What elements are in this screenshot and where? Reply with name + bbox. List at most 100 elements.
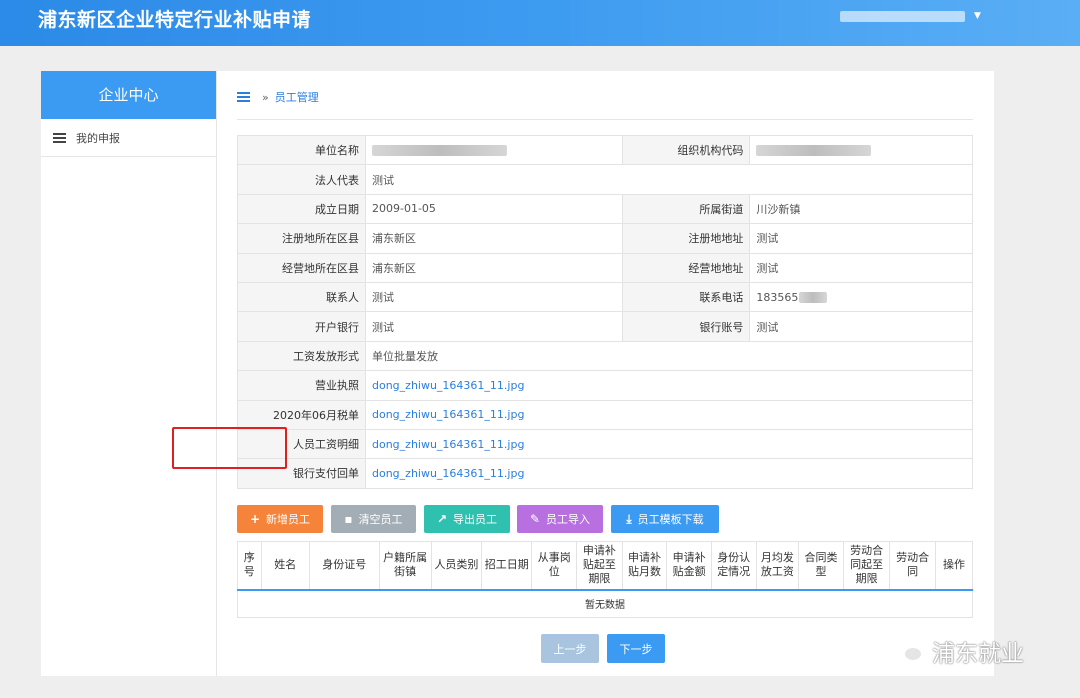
- template-download-label: 员工模板下载: [637, 513, 704, 526]
- info-row: 经营地所在区县 浦东新区 经营地地址 测试: [237, 252, 973, 283]
- info-value: 浦东新区: [364, 252, 624, 283]
- info-label: 注册地地址: [622, 223, 751, 254]
- info-label: 银行账号: [622, 311, 751, 342]
- prev-step-button[interactable]: 上一步: [541, 634, 599, 663]
- app-title: 浦东新区企业特定行业补贴申请: [38, 9, 312, 31]
- export-employees-button[interactable]: ↗ 导出员工: [424, 505, 510, 533]
- info-row: 单位名称 组织机构代码: [237, 134, 973, 166]
- add-employee-button[interactable]: + 新增员工: [237, 505, 323, 533]
- file-link[interactable]: dong_zhiwu_164361_11.jpg: [372, 438, 524, 451]
- download-icon: ⤓: [626, 511, 632, 526]
- file-link[interactable]: dong_zhiwu_164361_11.jpg: [372, 408, 524, 421]
- info-value: dong_zhiwu_164361_11.jpg: [365, 428, 973, 460]
- info-value: 单位批量发放: [365, 340, 973, 372]
- blurred-phone-tail: [799, 292, 828, 304]
- info-value: dong_zhiwu_164361_11.jpg: [365, 399, 973, 430]
- column-header: 劳动合同起至期限: [842, 541, 891, 591]
- info-value: 浦东新区: [364, 223, 624, 254]
- column-header: 合同类型: [798, 541, 844, 591]
- info-label: 联系电话: [622, 281, 751, 313]
- next-step-button[interactable]: 下一步: [607, 634, 665, 663]
- column-header: 招工日期: [481, 541, 533, 591]
- info-value: 183565: [749, 281, 973, 313]
- file-link[interactable]: dong_zhiwu_164361_11.jpg: [372, 379, 524, 392]
- info-label: 2020年06月税单: [237, 399, 366, 430]
- info-label: 单位名称: [237, 134, 366, 166]
- edit-icon: ✎: [529, 512, 541, 526]
- info-value: 2009-01-05: [364, 193, 624, 225]
- info-row: 成立日期 2009-01-05 所属街道 川沙新镇: [237, 193, 973, 225]
- info-label: 法人代表: [237, 164, 366, 195]
- add-employee-label: 新增员工: [266, 513, 311, 526]
- user-name-blurred[interactable]: [840, 11, 965, 22]
- info-value: 测试: [365, 164, 973, 195]
- export-employees-label: 导出员工: [453, 513, 498, 526]
- sidebar: 企业中心 我的申报: [41, 71, 217, 676]
- info-label: 注册地所在区县: [237, 223, 366, 254]
- file-link[interactable]: dong_zhiwu_164361_11.jpg: [372, 467, 524, 480]
- info-value: 测试: [749, 223, 973, 254]
- column-header: 身份证号: [309, 541, 380, 591]
- info-row: 法人代表 测试: [237, 164, 973, 195]
- column-header: 人员类别: [430, 541, 483, 591]
- top-bar: 浦东新区企业特定行业补贴申请 ▼: [0, 0, 1080, 46]
- info-value: 测试: [749, 252, 973, 283]
- info-label: 联系人: [237, 281, 366, 313]
- info-value: [364, 134, 624, 166]
- sidebar-item-my-applications[interactable]: 我的申报: [41, 119, 216, 157]
- template-download-button[interactable]: ⤓ 员工模板下载: [611, 505, 719, 533]
- info-row: 开户银行 测试 银行账号 测试: [237, 311, 973, 342]
- info-label: 组织机构代码: [622, 134, 751, 166]
- company-info-table: 单位名称 组织机构代码 法人代表 测试 成立日期 2009-01-05 所属街道…: [237, 134, 973, 489]
- table-row: 暂无数据: [237, 589, 973, 618]
- breadcrumb: » 员工管理: [237, 89, 319, 105]
- info-label: 经营地地址: [622, 252, 751, 283]
- import-employees-button[interactable]: ✎ 员工导入: [517, 505, 603, 533]
- menu-list-icon[interactable]: [237, 92, 250, 102]
- info-value: 川沙新镇: [749, 193, 973, 225]
- column-header: 申请补贴起至期限: [576, 541, 623, 591]
- info-row: 人员工资明细 dong_zhiwu_164361_11.jpg: [237, 428, 973, 460]
- column-header: 户籍所属街镇: [378, 541, 432, 591]
- clear-employees-button[interactable]: ▪ 清空员工: [331, 505, 416, 533]
- column-header: 月均发放工资: [755, 541, 800, 591]
- clear-employees-label: 清空员工: [358, 513, 403, 526]
- column-header: 操作: [934, 541, 974, 591]
- column-header: 申请补贴金额: [666, 541, 712, 591]
- watermark: 浦东就业: [892, 634, 1024, 668]
- info-label: 开户银行: [237, 311, 366, 342]
- sidebar-header: 企业中心: [41, 71, 216, 119]
- watermark-text: 浦东就业: [932, 641, 1024, 667]
- info-label: 经营地所在区县: [237, 252, 366, 283]
- info-value: [749, 134, 973, 166]
- info-row: 工资发放形式 单位批量发放: [237, 340, 973, 372]
- breadcrumb-separator-icon: »: [262, 90, 269, 104]
- info-value: 测试: [749, 311, 973, 342]
- empty-state: 暂无数据: [237, 589, 973, 618]
- highlight-box: [172, 427, 287, 469]
- info-row: 2020年06月税单 dong_zhiwu_164361_11.jpg: [237, 399, 973, 430]
- info-value: 测试: [364, 281, 624, 313]
- main-panel: 企业中心 我的申报 » 员工管理 单位名称 组织机构代码 法人代表 测试 成立日…: [41, 71, 994, 676]
- info-row: 注册地所在区县 浦东新区 注册地地址 测试: [237, 223, 973, 254]
- list-icon: [53, 132, 66, 143]
- breadcrumb-current[interactable]: 员工管理: [275, 89, 319, 105]
- info-label: 工资发放形式: [237, 340, 366, 372]
- info-value: dong_zhiwu_164361_11.jpg: [365, 370, 973, 401]
- share-icon: ↗: [436, 512, 448, 526]
- column-header: 身份认定情况: [710, 541, 757, 591]
- info-label: 营业执照: [237, 370, 366, 401]
- employee-table: 序号 姓名 身份证号 户籍所属街镇 人员类别 招工日期 从事岗位 申请补贴起至期限 申请补贴月数…: [237, 541, 974, 618]
- plus-icon: +: [249, 512, 261, 526]
- content-area: » 员工管理 单位名称 组织机构代码 法人代表 测试 成立日期 2009-01-…: [217, 71, 994, 676]
- user-menu-caret-icon[interactable]: ▼: [974, 11, 981, 21]
- import-employees-label: 员工导入: [546, 513, 591, 526]
- column-header: 劳动合同: [889, 541, 936, 591]
- trash-icon: ▪: [344, 512, 353, 526]
- divider: [237, 119, 973, 120]
- column-header: 序号: [237, 541, 262, 591]
- info-row: 联系人 测试 联系电话 183565: [237, 281, 973, 313]
- info-label: 所属街道: [622, 193, 751, 225]
- column-header: 申请补贴月数: [621, 541, 668, 591]
- blurred-org-code: [756, 145, 872, 157]
